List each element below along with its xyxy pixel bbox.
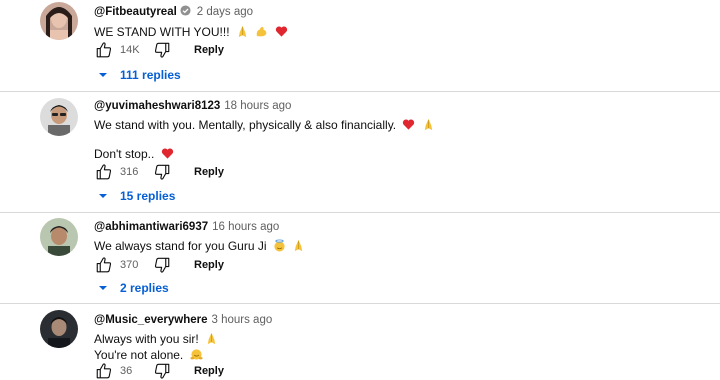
comment-actions: 14K Reply: [94, 40, 224, 60]
avatar[interactable]: [40, 310, 78, 348]
comment-header: @yuvimaheshwari8123 18 hours ago: [94, 99, 700, 113]
author-name[interactable]: @Fitbeautyreal: [94, 6, 177, 18]
reply-button[interactable]: Reply: [194, 166, 224, 178]
comment-timestamp[interactable]: 18 hours ago: [224, 100, 291, 112]
folded-hands-icon: [422, 118, 435, 131]
comment-line: Always with you sir!: [94, 332, 199, 346]
comment-timestamp[interactable]: 2 days ago: [197, 6, 253, 18]
avatar[interactable]: [40, 218, 78, 256]
comment-text: Always with you sir! You're not alone.: [94, 331, 700, 363]
comment-line: WE STAND WITH YOU!!!: [94, 25, 230, 39]
view-replies-button[interactable]: 2 replies: [98, 278, 169, 298]
chevron-down-icon: [99, 73, 107, 77]
comment-actions: 370 Reply: [94, 255, 224, 275]
comment-line: We stand with you. Mentally, physically …: [94, 118, 397, 132]
avatar[interactable]: [40, 98, 78, 136]
reply-button[interactable]: Reply: [194, 44, 224, 56]
dislike-icon[interactable]: [152, 162, 172, 182]
divider: [0, 212, 720, 213]
like-icon[interactable]: [94, 40, 114, 60]
comment-text: We always stand for you Guru Ji: [94, 238, 700, 254]
red-heart-icon: [402, 118, 415, 131]
like-count: 36: [120, 365, 133, 377]
author-name[interactable]: @abhimantiwari6937: [94, 221, 208, 233]
hugging-face-icon: [190, 348, 203, 361]
dislike-icon[interactable]: [152, 255, 172, 275]
smiling-face-with-halo-icon: [273, 239, 286, 252]
replies-count: 15 replies: [120, 189, 176, 203]
comment-timestamp[interactable]: 3 hours ago: [212, 314, 273, 326]
verified-check-icon: [180, 5, 191, 20]
chevron-down-icon: [99, 286, 107, 290]
comment-header: @Music_everywhere 3 hours ago: [94, 313, 700, 327]
comment-timestamp[interactable]: 16 hours ago: [212, 221, 279, 233]
replies-count: 111 replies: [120, 68, 181, 82]
dislike-icon[interactable]: [152, 40, 172, 60]
view-replies-button[interactable]: 111 replies: [98, 65, 181, 85]
like-icon[interactable]: [94, 162, 114, 182]
replies-count: 2 replies: [120, 281, 169, 295]
comment-text: WE STAND WITH YOU!!!: [94, 24, 700, 40]
comment-actions: 36 Reply: [94, 361, 224, 380]
like-count: 316: [120, 166, 139, 178]
reply-button[interactable]: Reply: [194, 259, 224, 271]
comment-header: @Fitbeautyreal 2 days ago: [94, 5, 700, 20]
comment-line: We always stand for you Guru Ji: [94, 239, 267, 253]
folded-hands-icon: [236, 25, 249, 38]
dislike-icon[interactable]: [152, 361, 172, 380]
like-icon[interactable]: [94, 361, 114, 380]
folded-hands-icon: [205, 332, 218, 345]
view-replies-button[interactable]: 15 replies: [98, 186, 175, 206]
comment-actions: 316 Reply: [94, 162, 224, 182]
flexed-biceps-icon: [255, 25, 268, 38]
chevron-down-icon: [99, 194, 107, 198]
comment-line: Don't stop..: [94, 147, 155, 161]
author-name[interactable]: @yuvimaheshwari8123: [94, 100, 220, 112]
comment-header: @abhimantiwari6937 16 hours ago: [94, 220, 700, 234]
comment-text: We stand with you. Mentally, physically …: [94, 117, 700, 162]
comment-line: You're not alone.: [94, 348, 184, 362]
red-heart-icon: [161, 147, 174, 160]
like-count: 370: [120, 259, 139, 271]
folded-hands-icon: [292, 239, 305, 252]
divider: [0, 303, 720, 304]
like-icon[interactable]: [94, 255, 114, 275]
red-heart-icon: [275, 25, 288, 38]
divider: [0, 91, 720, 92]
author-name[interactable]: @Music_everywhere: [94, 314, 208, 326]
reply-button[interactable]: Reply: [194, 365, 224, 377]
avatar[interactable]: [40, 2, 78, 40]
like-count: 14K: [120, 44, 140, 56]
